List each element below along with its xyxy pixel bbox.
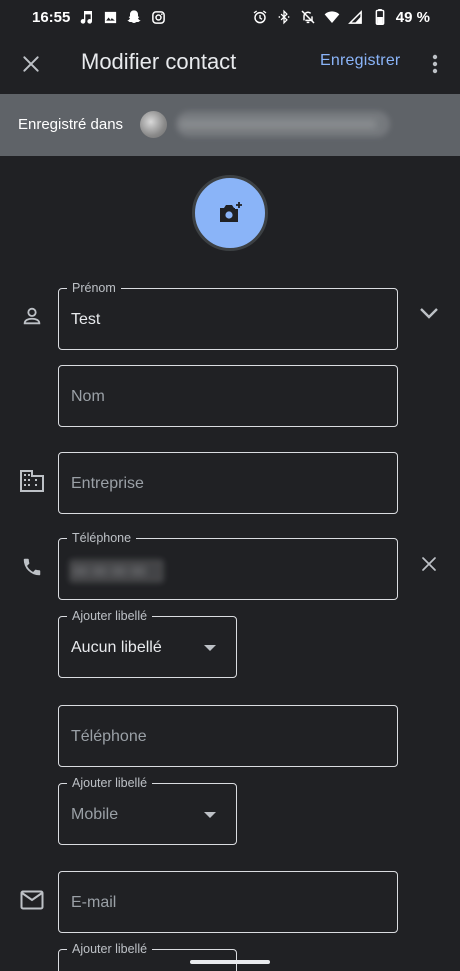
signal-icon [348,9,364,25]
company-field[interactable]: Entreprise [58,452,398,514]
close-button[interactable] [14,47,48,81]
alarm-icon [252,9,268,25]
page-title: Modifier contact [81,49,237,74]
save-button[interactable]: Enregistrer [320,52,400,70]
phone2-field[interactable]: Téléphone [58,705,398,767]
account-selector[interactable]: Enregistré dans xxxxxxxxxxxxxxxxxxxxxxxx… [0,94,460,156]
chevron-down-icon [420,308,438,319]
first-name-value: Test [71,311,101,328]
phone-label-select-legend: Ajouter libellé [67,608,153,624]
saved-in-label: Enregistré dans [18,116,124,133]
phone-label: Téléphone [67,530,137,546]
phone-value: xx xx xx xx [73,562,146,579]
expand-name-button[interactable] [415,299,443,327]
account-email: xxxxxxxxxxxxxxxxxxxxxxxxxxxx [180,115,376,131]
status-time: 16:55 [32,8,71,26]
email-label-select-legend: Ajouter libellé [67,941,153,957]
email-placeholder: E-mail [71,894,117,911]
account-avatar [140,111,167,138]
more-options-button[interactable] [424,48,446,80]
company-placeholder: Entreprise [71,475,144,492]
phone-field[interactable]: Téléphone xx xx xx xx [58,530,398,600]
bell-off-icon [300,9,316,25]
phone-label-select-value: Aucun libellé [71,639,162,656]
last-name-placeholder: Nom [71,388,105,405]
phone-label-select[interactable]: Ajouter libellé Aucun libellé [58,608,237,678]
business-icon [20,469,44,493]
battery-icon [372,9,388,25]
email-field[interactable]: E-mail [58,871,398,933]
top-app-bar: Modifier contact Enregistrer [0,34,460,94]
dropdown-arrow-icon [204,645,216,651]
phone2-label-select[interactable]: Ajouter libellé Mobile [58,775,237,845]
wifi-icon [324,9,340,25]
edit-contact-screen: 16:55 49 % Modifier contact Enregistrer … [0,0,460,971]
close-icon [23,56,39,72]
close-icon [422,557,436,571]
status-bar: 16:55 49 % [0,0,460,34]
status-left: 16:55 [32,9,166,26]
first-name-label: Prénom [67,280,121,296]
phone-icon [20,555,44,579]
gesture-nav-handle[interactable] [190,960,270,964]
snapchat-icon [126,9,142,25]
email-icon [20,888,44,912]
image-icon [102,9,118,25]
add-photo-icon [220,201,243,222]
phone2-label-select-legend: Ajouter libellé [67,775,153,791]
phone2-placeholder: Téléphone [71,728,147,745]
phone2-label-select-value: Mobile [71,806,119,823]
dropdown-arrow-icon [204,812,216,818]
add-photo-button[interactable] [192,175,268,251]
last-name-field[interactable]: Nom [58,365,398,427]
status-right: 49 % [252,9,430,26]
person-icon [20,304,44,328]
music-note-icon [78,9,94,25]
remove-phone-button[interactable] [415,550,443,578]
more-vert-icon [432,54,438,74]
instagram-icon [150,9,166,25]
first-name-field[interactable]: Prénom Test [58,280,398,350]
bluetooth-icon [276,9,292,25]
battery-percent: 49 % [395,8,430,26]
